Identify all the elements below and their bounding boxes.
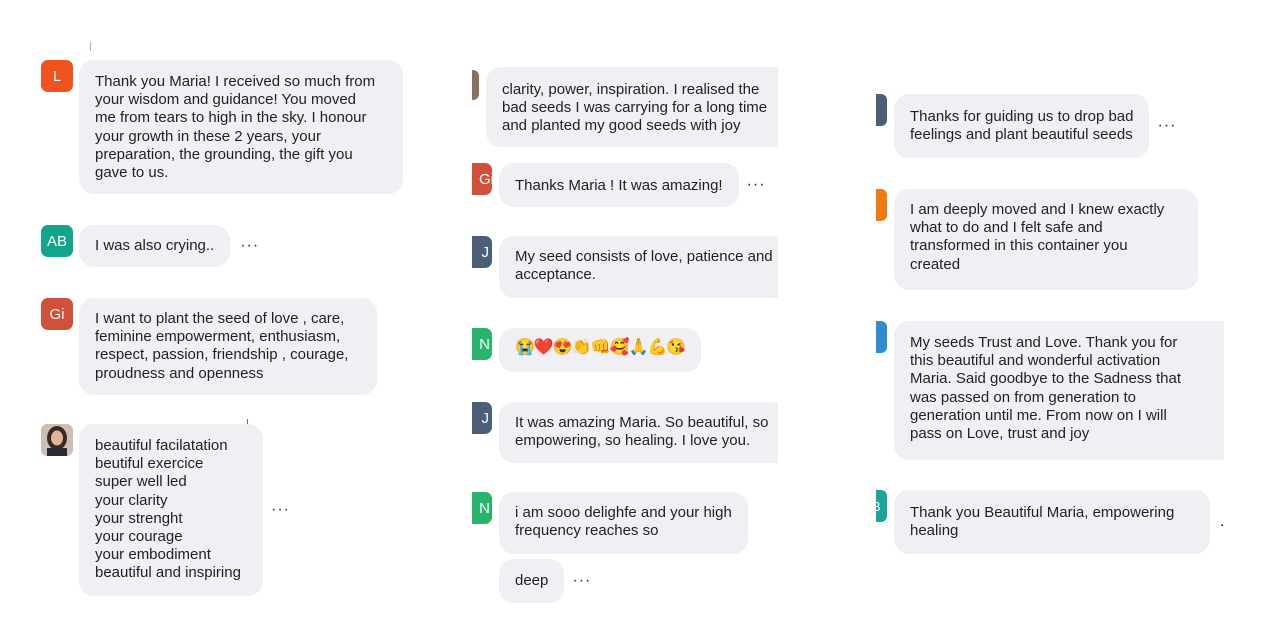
cursor-mark <box>90 42 91 51</box>
chat-message[interactable]: N i am sooo delighfe and your high frequ… <box>472 492 748 554</box>
message-bubble: Thank you Beautiful Maria, empowering he… <box>894 490 1210 554</box>
message-bubble: My seed consists of love, patience and a… <box>499 236 778 298</box>
avatar: Gi <box>41 298 73 330</box>
chat-message[interactable]: Gi I want to plant the seed of love , ca… <box>41 298 377 395</box>
chat-message[interactable]: deep ··· <box>499 559 591 603</box>
more-options-icon[interactable]: ··· <box>1157 117 1176 135</box>
message-bubble: i am sooo delighfe and your high frequen… <box>499 492 748 554</box>
message-bubble: clarity, power, inspiration. I realised … <box>486 67 778 147</box>
chat-message[interactable]: My seeds Trust and Love. Thank you for t… <box>876 321 1224 460</box>
message-bubble: Thanks for guiding us to drop bad feelin… <box>894 94 1150 158</box>
chat-message[interactable]: L Thank you Maria! I received so much fr… <box>41 60 403 194</box>
message-bubble: I want to plant the seed of love , care,… <box>79 298 377 395</box>
avatar: L <box>41 60 73 92</box>
more-options-icon[interactable]: . <box>1220 513 1224 531</box>
avatar: J <box>472 236 492 268</box>
more-options-icon[interactable]: ··· <box>240 237 259 255</box>
message-bubble: deep <box>499 559 565 603</box>
more-options-icon[interactable]: ··· <box>572 572 591 590</box>
avatar-photo <box>41 424 73 456</box>
chat-message[interactable]: I am deeply moved and I knew exactly wha… <box>876 189 1198 290</box>
chat-message[interactable]: Thanks for guiding us to drop bad feelin… <box>876 94 1176 158</box>
chat-column-middle: clarity, power, inspiration. I realised … <box>472 0 778 634</box>
avatar: Gi <box>472 163 492 195</box>
avatar <box>876 321 887 353</box>
avatar: AB <box>41 225 73 257</box>
chat-message[interactable]: J My seed consists of love, patience and… <box>472 236 778 298</box>
more-options-icon[interactable]: ··· <box>747 176 766 194</box>
message-bubble: I was also crying.. <box>79 225 231 267</box>
chat-message[interactable]: J It was amazing Maria. So beautiful, so… <box>472 402 778 463</box>
avatar <box>876 94 887 126</box>
avatar-photo <box>472 70 479 100</box>
chat-column-left: L Thank you Maria! I received so much fr… <box>0 0 440 634</box>
avatar: N <box>472 328 492 360</box>
chat-message[interactable]: clarity, power, inspiration. I realised … <box>486 67 778 147</box>
chat-message[interactable]: AB I was also crying.. ··· <box>41 225 259 267</box>
message-bubble: Thank you Maria! I received so much from… <box>79 60 403 194</box>
chat-message[interactable]: Gi Thanks Maria ! It was amazing! ··· <box>472 163 766 207</box>
message-bubble: Thanks Maria ! It was amazing! <box>499 163 739 207</box>
message-bubble: My seeds Trust and Love. Thank you for t… <box>894 321 1224 460</box>
emoji-message-bubble: 😭❤️😍👏👊🥰🙏💪😘 <box>499 328 702 372</box>
avatar: N <box>472 492 492 524</box>
chat-message[interactable]: beautiful facilatation beutiful exercice… <box>41 424 290 596</box>
chat-message[interactable]: B Thank you Beautiful Maria, empowering … <box>876 490 1224 554</box>
chat-column-right: Thanks for guiding us to drop bad feelin… <box>876 0 1224 634</box>
message-bubble: beautiful facilatation beutiful exercice… <box>79 424 263 596</box>
chat-message[interactable]: N 😭❤️😍👏👊🥰🙏💪😘 <box>472 328 702 372</box>
avatar: B <box>876 490 887 522</box>
avatar <box>876 189 887 221</box>
message-bubble: It was amazing Maria. So beautiful, so e… <box>499 402 778 463</box>
more-options-icon[interactable]: ··· <box>271 501 290 519</box>
message-bubble: I am deeply moved and I knew exactly wha… <box>894 189 1198 290</box>
avatar: J <box>472 402 492 434</box>
